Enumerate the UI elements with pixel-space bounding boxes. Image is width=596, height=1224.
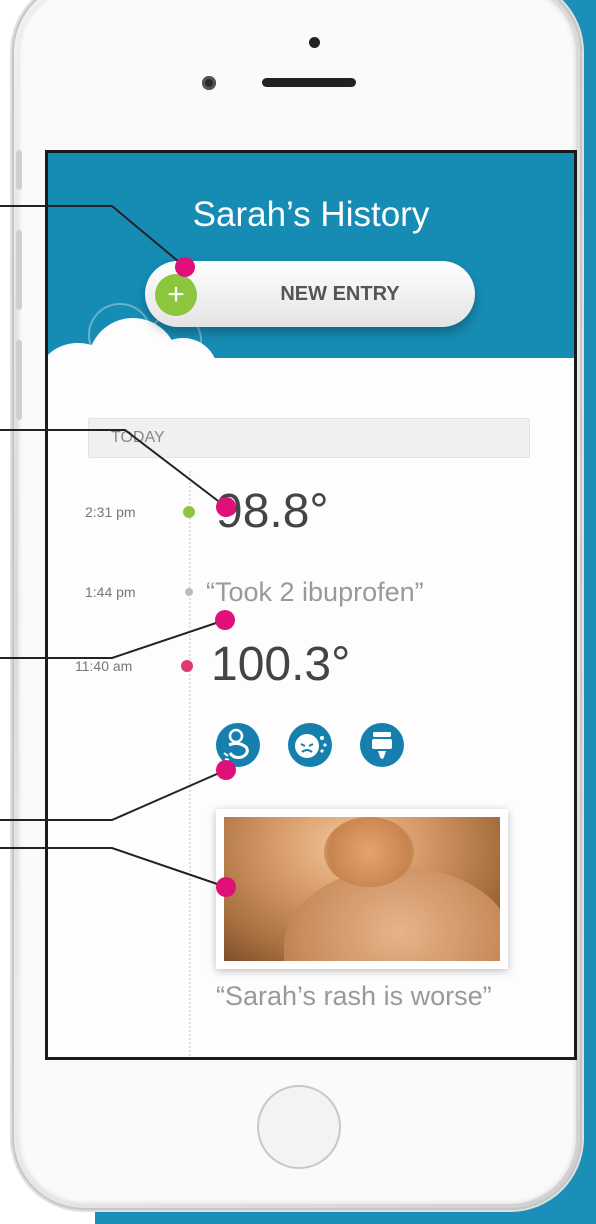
callout-marker bbox=[216, 497, 236, 517]
callout-marker bbox=[216, 877, 236, 897]
callout-marker bbox=[216, 760, 236, 780]
callout-marker bbox=[175, 257, 195, 277]
callout-marker bbox=[215, 610, 235, 630]
callout-connectors bbox=[0, 205, 227, 888]
